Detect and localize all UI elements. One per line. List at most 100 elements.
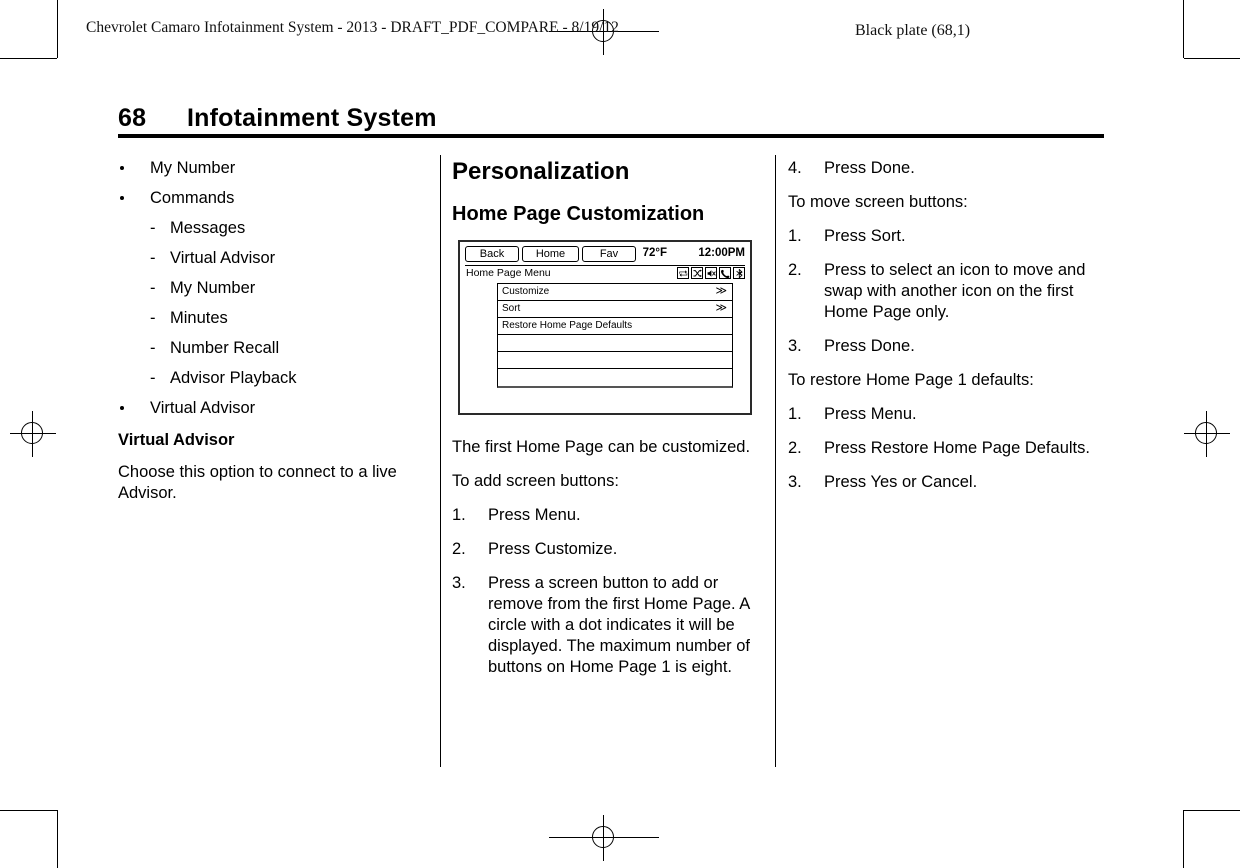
list-item: 1. Press Menu.: [452, 505, 764, 526]
step-text: Press to select an icon to move and swap…: [824, 261, 1086, 321]
crop-mark-bottom-left-vertical: [57, 810, 58, 868]
bullet-dot-icon: [120, 166, 124, 170]
list-item-label: Number Recall: [170, 339, 280, 357]
repeat-icon: [677, 267, 689, 279]
step-text: Press Done.: [824, 159, 915, 177]
menu-row-label: Sort: [502, 303, 521, 314]
step-text: Press Sort.: [824, 227, 906, 245]
move-buttons-steps: 1. Press Sort. 2. Press to select an ico…: [788, 226, 1100, 357]
column-divider-2: [775, 155, 776, 767]
step-number: 1.: [788, 405, 802, 423]
crop-mark-bottom-left-horizontal: [0, 810, 57, 811]
commands-sublist-wrapper: - Messages - Virtual Advisor - My Number…: [118, 218, 428, 389]
list-item-label: Minutes: [170, 309, 228, 327]
registration-vertical-line: [32, 411, 33, 457]
list-item: Virtual Advisor: [118, 398, 428, 419]
back-button[interactable]: Back: [465, 246, 519, 262]
list-item: 4. Press Done.: [788, 158, 1100, 179]
dash-marker-icon: -: [150, 279, 156, 297]
crop-mark-top-right-horizontal: [1184, 58, 1240, 59]
step-text: Press Menu.: [824, 405, 917, 423]
step-number: 2.: [788, 261, 802, 279]
list-item: - Messages: [150, 218, 428, 239]
list-item: 3. Press Done.: [788, 336, 1100, 357]
list-item: 1. Press Sort.: [788, 226, 1100, 247]
feature-bullet-list: My Number Commands: [118, 158, 428, 209]
list-item-label: Messages: [170, 219, 246, 237]
list-item: My Number: [118, 158, 428, 179]
screen-top-bar: Back Home Fav 72°F 12:00PM: [465, 246, 745, 266]
right-column: 4. Press Done. To move screen buttons: 1…: [788, 158, 1100, 506]
bullet-dot-icon: [120, 406, 124, 410]
registration-mark-bottom-center: [549, 815, 659, 861]
clock-display: 12:00PM: [698, 247, 745, 259]
temperature-display: 72°F: [642, 247, 667, 259]
registration-horizontal-line: [1184, 433, 1230, 434]
registration-mark-left: [10, 411, 56, 457]
list-item-label: Advisor Playback: [170, 369, 297, 387]
list-item: 3. Press a screen button to add or remov…: [452, 573, 764, 678]
feature-bullet-list-continued: Virtual Advisor: [118, 398, 428, 419]
page-number: 68: [118, 104, 147, 132]
menu-row-restore-defaults[interactable]: Restore Home Page Defaults: [498, 318, 732, 335]
add-buttons-steps-continued: 4. Press Done.: [788, 158, 1100, 179]
menu-row-customize[interactable]: Customize ≫: [498, 284, 732, 301]
list-item: 2. Press to select an icon to move and s…: [788, 260, 1100, 323]
crop-mark-top-left-horizontal: [0, 58, 57, 59]
add-buttons-steps: 1. Press Menu. 2. Press Customize. 3. Pr…: [452, 505, 764, 678]
home-button[interactable]: Home: [522, 246, 579, 262]
dash-marker-icon: -: [150, 219, 156, 237]
list-item-label: Virtual Advisor: [170, 249, 276, 267]
registration-vertical-line: [1206, 411, 1207, 457]
menu-row-sort[interactable]: Sort ≫: [498, 301, 732, 318]
step-number: 3.: [788, 337, 802, 355]
step-number: 4.: [788, 159, 802, 177]
menu-row-empty[interactable]: [498, 335, 732, 352]
bluetooth-icon: [733, 267, 745, 279]
menu-row-empty[interactable]: [498, 352, 732, 369]
fav-button[interactable]: Fav: [582, 246, 636, 262]
list-item-label: Commands: [150, 189, 235, 207]
list-item: 3. Press Yes or Cancel.: [788, 472, 1100, 493]
list-item: - Minutes: [150, 308, 428, 329]
restore-defaults-intro: To restore Home Page 1 defaults:: [788, 371, 1034, 389]
home-page-menu-list: Customize ≫ Sort ≫ Restore Home Page Def…: [497, 283, 733, 388]
virtual-advisor-heading: Virtual Advisor: [118, 431, 235, 449]
step-number: 2.: [788, 439, 802, 457]
menu-row-label: Customize: [502, 286, 550, 297]
menu-row-label: Restore Home Page Defaults: [502, 320, 633, 331]
registration-vertical-line: [603, 815, 604, 861]
dash-marker-icon: -: [150, 249, 156, 267]
move-buttons-intro: To move screen buttons:: [788, 193, 968, 211]
column-divider-1: [440, 155, 441, 767]
dash-marker-icon: -: [150, 309, 156, 327]
registration-horizontal-line: [549, 837, 659, 838]
chevron-right-icon: ≫: [715, 285, 727, 297]
crop-mark-bottom-right-vertical: [1183, 810, 1184, 868]
list-item: - Number Recall: [150, 338, 428, 359]
commands-sublist: - Messages - Virtual Advisor - My Number…: [150, 218, 428, 389]
customization-intro-paragraph: The first Home Page can be customized.: [452, 438, 751, 456]
list-item: 1. Press Menu.: [788, 404, 1100, 425]
screen-menu-title: Home Page Menu: [466, 267, 551, 279]
step-number: 3.: [788, 473, 802, 491]
step-text: Press Menu.: [488, 506, 581, 524]
running-head-left: Chevrolet Camaro Infotainment System - 2…: [86, 19, 619, 36]
left-column: My Number Commands - Messages - Virtual …: [118, 158, 428, 517]
dash-marker-icon: -: [150, 339, 156, 357]
mute-speaker-icon: [705, 267, 717, 279]
registration-horizontal-line: [10, 433, 56, 434]
restore-defaults-steps: 1. Press Menu. 2. Press Restore Home Pag…: [788, 404, 1100, 493]
infotainment-screen-figure: Back Home Fav 72°F 12:00PM Home Page Men…: [458, 240, 752, 415]
screen-inner: Back Home Fav 72°F 12:00PM Home Page Men…: [465, 246, 745, 408]
dash-marker-icon: -: [150, 369, 156, 387]
registration-mark-right: [1184, 411, 1230, 457]
list-item-label: My Number: [150, 159, 236, 177]
crop-mark-bottom-right-horizontal: [1184, 810, 1240, 811]
step-number: 1.: [452, 506, 466, 524]
list-item: - My Number: [150, 278, 428, 299]
menu-row-empty[interactable]: [498, 369, 732, 386]
crop-mark-top-left-vertical: [57, 0, 58, 58]
page-title: 68 Infotainment System: [118, 104, 1104, 133]
step-number: 1.: [788, 227, 802, 245]
